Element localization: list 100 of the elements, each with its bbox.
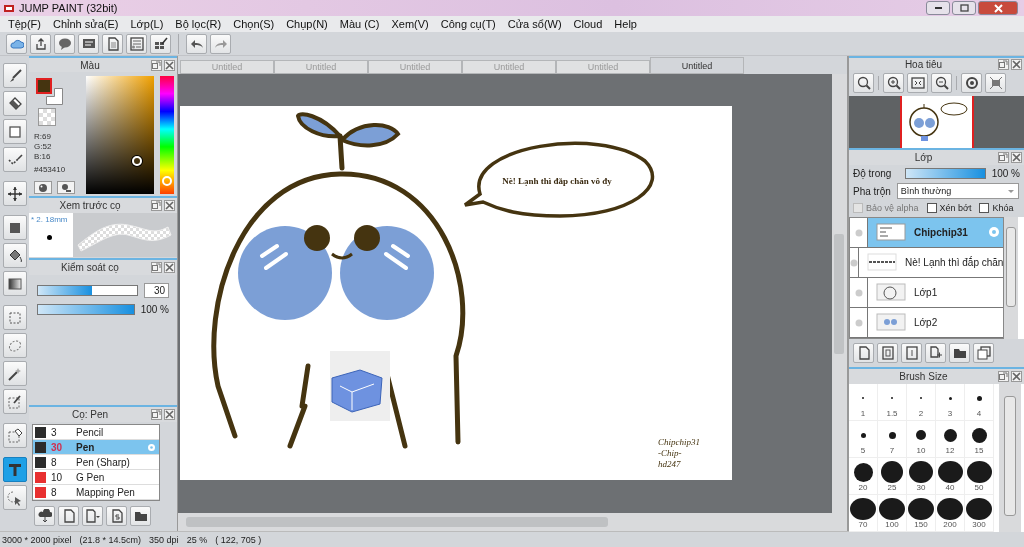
hue-slider[interactable] <box>159 76 174 194</box>
menu-item[interactable]: Bộ lọc(R) <box>169 18 228 30</box>
brush-size-preset[interactable]: 50 <box>965 458 994 495</box>
undock-button[interactable] <box>151 200 162 211</box>
tool-button[interactable] <box>2 457 27 482</box>
brush-size-preset[interactable]: 12 <box>936 421 965 458</box>
scroll-thumb[interactable] <box>834 234 844 354</box>
brush-list-item[interactable]: 8 Pen (Sharp) <box>33 455 159 470</box>
new-1bit-layer-button[interactable] <box>901 343 922 363</box>
share-button[interactable] <box>30 33 51 54</box>
menu-item[interactable]: Lớp(L) <box>124 18 170 30</box>
brush-size-preset[interactable]: 150 <box>907 495 936 532</box>
fit-screen-button[interactable] <box>907 73 928 93</box>
checkbox[interactable] <box>979 203 990 213</box>
comment-button[interactable] <box>78 33 99 54</box>
panel-close-button[interactable] <box>164 261 175 273</box>
vertical-scrollbar[interactable] <box>832 74 847 531</box>
tool-button[interactable] <box>2 215 27 240</box>
drawing-canvas[interactable]: Nè! Lạnh thì đắp chăn vô đy Chipchip31 -Chip- hd247 <box>180 106 732 480</box>
minimize-button[interactable] <box>926 1 950 15</box>
undock-button[interactable] <box>151 409 162 420</box>
brush-size-preset[interactable]: 3 <box>936 384 965 421</box>
panel-close-button[interactable] <box>164 59 175 71</box>
add-layer-menu-button[interactable] <box>925 343 946 363</box>
zoom-in-button[interactable] <box>883 73 904 93</box>
new-layer-button[interactable] <box>853 343 874 363</box>
brush-size-preset[interactable]: 200 <box>936 495 965 532</box>
tool-button[interactable] <box>2 91 27 116</box>
checkbox[interactable] <box>926 203 937 213</box>
scroll-thumb[interactable] <box>1004 396 1016 516</box>
document-tab[interactable]: Untitled <box>650 57 744 74</box>
brush-size-preset[interactable]: 15 <box>965 421 994 458</box>
brush-size-preset[interactable]: 2 <box>907 384 936 421</box>
folder-button[interactable] <box>130 506 151 526</box>
scroll-thumb[interactable] <box>186 517 608 527</box>
undock-button[interactable] <box>151 59 162 71</box>
zoom-out-button[interactable] <box>931 73 952 93</box>
palette-button[interactable] <box>34 181 52 194</box>
undock-button[interactable] <box>998 58 1009 70</box>
brush-size-preset[interactable]: 5 <box>849 421 878 458</box>
checklist-button[interactable] <box>150 33 171 54</box>
undock-button[interactable] <box>151 261 162 273</box>
rotate-button[interactable] <box>961 73 982 93</box>
cloud-button[interactable] <box>6 33 27 54</box>
blend-mode-dropdown[interactable]: Bình thường <box>896 183 1019 199</box>
tool-button[interactable] <box>2 181 27 206</box>
document-button[interactable] <box>102 33 123 54</box>
brush-size-preset[interactable]: 1 <box>849 384 878 421</box>
tool-button[interactable] <box>2 63 27 88</box>
panel-close-button[interactable] <box>1011 152 1022 163</box>
undock-button[interactable] <box>998 371 1009 382</box>
layer-folder-button[interactable] <box>949 343 970 363</box>
menu-item[interactable]: Chụp(N) <box>280 18 334 30</box>
download-button[interactable] <box>34 506 55 526</box>
panel-close-button[interactable] <box>1011 371 1022 382</box>
brush-size-preset[interactable]: 20 <box>849 458 878 495</box>
zoom-actual-button[interactable] <box>853 73 874 93</box>
brush-size-preset[interactable]: 70 <box>849 495 878 532</box>
brush-size-preset[interactable]: 100 <box>878 495 907 532</box>
brush-list-item[interactable]: 10 G Pen <box>33 470 159 485</box>
close-button[interactable] <box>978 1 1018 15</box>
tool-button[interactable] <box>2 271 27 296</box>
undo-button[interactable] <box>186 33 207 54</box>
menu-item[interactable]: Chỉnh sửa(E) <box>47 18 125 30</box>
brush-size-preset[interactable]: 25 <box>878 458 907 495</box>
layer-row[interactable]: Lớp1 <box>850 278 1003 308</box>
brush-menu-button[interactable] <box>82 506 103 526</box>
speech-bubble-button[interactable] <box>54 33 75 54</box>
menu-item[interactable]: Xem(V) <box>385 18 435 30</box>
tool-button[interactable] <box>2 485 27 510</box>
background-color-swatch[interactable] <box>46 88 63 105</box>
foreground-color-swatch[interactable] <box>36 78 52 94</box>
brush-list-item[interactable]: 8 Mapping Pen <box>33 485 159 500</box>
brush-list-item[interactable]: 30 Pen <box>33 440 159 455</box>
menu-item[interactable]: Màu (C) <box>333 18 386 30</box>
layer-row[interactable]: Chipchip31 <box>850 218 1003 248</box>
layer-scrollbar[interactable] <box>1004 217 1018 339</box>
layer-row[interactable]: Lớp2 <box>850 308 1003 338</box>
menu-item[interactable]: Cửa sổ(W) <box>501 18 568 30</box>
horizontal-scrollbar[interactable] <box>178 513 832 531</box>
layer-opacity-slider[interactable] <box>905 168 986 179</box>
new-brush-button[interactable] <box>58 506 79 526</box>
transparent-color-swatch[interactable] <box>38 108 56 126</box>
new-8bit-layer-button[interactable] <box>877 343 898 363</box>
tool-button[interactable] <box>2 361 27 386</box>
flip-button[interactable] <box>985 73 1006 93</box>
tool-button[interactable] <box>2 243 27 268</box>
brush-size-preset[interactable]: 1.5 <box>878 384 907 421</box>
brush-settings-button[interactable] <box>106 506 127 526</box>
brush-size-scrollbar[interactable] <box>999 384 1021 532</box>
duplicate-layer-button[interactable] <box>973 343 994 363</box>
menu-item[interactable]: Công cụ(T) <box>434 18 502 30</box>
opacity-slider[interactable] <box>37 303 135 315</box>
menu-item[interactable]: Help <box>608 18 643 30</box>
brush-size-preset[interactable]: 300 <box>965 495 994 532</box>
brush-size-preset[interactable]: 4 <box>965 384 994 421</box>
menu-item[interactable]: Chọn(S) <box>227 18 281 30</box>
panel-close-button[interactable] <box>1011 58 1022 70</box>
panel-close-button[interactable] <box>164 409 175 420</box>
scroll-thumb[interactable] <box>1006 227 1016 307</box>
